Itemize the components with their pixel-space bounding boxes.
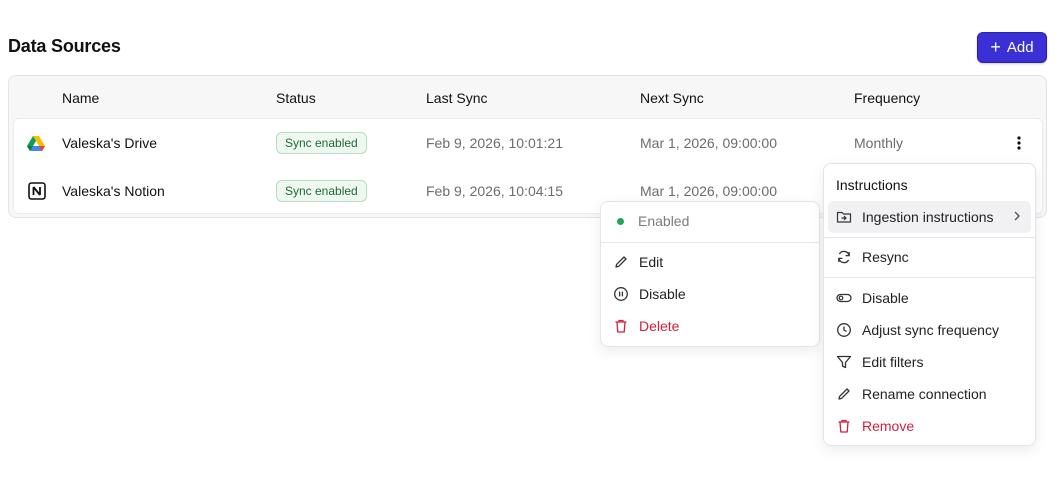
menu-item-remove[interactable]: Remove <box>828 411 1031 441</box>
menu-item-disable[interactable]: Disable <box>828 283 1031 313</box>
source-name[interactable]: Valeska's Drive <box>62 135 157 151</box>
status-badge: Sync enabled <box>276 132 367 154</box>
menu-item-label: Edit <box>639 254 664 270</box>
frequency-value: Monthly <box>854 135 904 151</box>
pencil-icon <box>613 254 629 270</box>
actions-context-menu: Instructions Ingestion instructions Resy… <box>823 163 1036 446</box>
add-button-label: Add <box>1006 39 1034 56</box>
column-header-name[interactable]: Name <box>62 90 99 106</box>
status-context-menu: Enabled Edit Disable Delete <box>600 201 820 347</box>
status-badge: Sync enabled <box>276 180 367 202</box>
menu-item-label: Delete <box>639 318 680 334</box>
column-header-frequency[interactable]: Frequency <box>854 90 920 106</box>
next-sync-value: Mar 1, 2026, 09:00:00 <box>640 183 777 199</box>
plus-icon: + <box>990 36 1001 57</box>
pencil-icon <box>836 386 852 402</box>
trash-icon <box>836 418 852 434</box>
menu-divider <box>601 242 819 243</box>
toggle-off-icon <box>836 290 852 306</box>
chevron-right-icon <box>1014 211 1020 221</box>
column-header-last-sync[interactable]: Last Sync <box>426 90 487 106</box>
menu-item-resync[interactable]: Resync <box>828 242 1031 272</box>
menu-item-edit[interactable]: Edit <box>605 247 815 277</box>
menu-item-label: Ingestion instructions <box>862 209 994 225</box>
status-dot-icon <box>617 217 624 225</box>
menu-item-enabled-status: Enabled <box>605 206 815 236</box>
notion-icon <box>28 182 46 200</box>
table-row[interactable]: Valeska's Drive Sync enabled Feb 9, 2026… <box>14 119 1042 167</box>
menu-item-label: Enabled <box>638 213 690 229</box>
menu-item-ingestion-instructions[interactable]: Ingestion instructions <box>828 201 1031 233</box>
menu-item-delete[interactable]: Delete <box>605 311 815 341</box>
column-header-next-sync[interactable]: Next Sync <box>640 90 704 106</box>
next-sync-value: Mar 1, 2026, 09:00:00 <box>640 135 777 151</box>
menu-item-label: Edit filters <box>862 354 924 370</box>
clock-icon <box>836 322 852 338</box>
add-button[interactable]: + Add <box>977 32 1047 63</box>
menu-item-label: Adjust sync frequency <box>862 322 999 338</box>
menu-item-disable[interactable]: Disable <box>605 279 815 309</box>
menu-item-label: Disable <box>639 286 686 302</box>
more-actions-button[interactable] <box>1009 133 1029 153</box>
menu-item-adjust-sync-frequency[interactable]: Adjust sync frequency <box>828 315 1031 345</box>
kebab-menu-icon <box>1017 136 1021 150</box>
menu-divider <box>824 277 1035 278</box>
menu-divider <box>824 237 1035 238</box>
menu-heading: Instructions <box>836 177 908 193</box>
menu-item-label: Resync <box>862 249 909 265</box>
filter-icon <box>836 354 852 370</box>
pause-circle-icon <box>613 286 629 302</box>
source-name[interactable]: Valeska's Notion <box>62 183 165 199</box>
column-header-status[interactable]: Status <box>276 90 316 106</box>
last-sync-value: Feb 9, 2026, 10:01:21 <box>426 135 563 151</box>
refresh-icon <box>836 249 852 265</box>
menu-item-label: Remove <box>862 418 915 434</box>
menu-item-edit-filters[interactable]: Edit filters <box>828 347 1031 377</box>
menu-item-rename-connection[interactable]: Rename connection <box>828 379 1031 409</box>
last-sync-value: Feb 9, 2026, 10:04:15 <box>426 183 563 199</box>
menu-item-label: Rename connection <box>862 386 987 402</box>
menu-item-label: Disable <box>862 290 909 306</box>
trash-icon <box>613 318 629 334</box>
page-title: Data Sources <box>8 36 121 56</box>
table-header: Name Status Last Sync Next Sync Frequenc… <box>9 76 1046 120</box>
file-import-icon <box>836 209 852 225</box>
google-drive-icon <box>27 136 45 151</box>
